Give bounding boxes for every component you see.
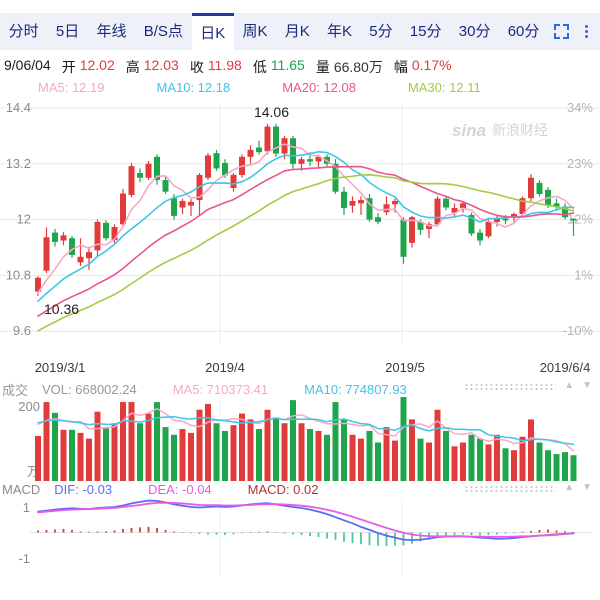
info-field-低: 低11.65: [253, 57, 305, 77]
tab-minute[interactable]: 分时: [0, 13, 47, 50]
info-value: 12.02: [80, 57, 115, 77]
percent-axis-label: -10%: [563, 323, 594, 338]
tab-60min[interactable]: 60分: [499, 13, 548, 50]
tabbar-icons: [548, 13, 600, 50]
low-price-label: 10.36: [44, 301, 79, 317]
dea-line: [38, 503, 574, 537]
scroll-up-icon[interactable]: ▲: [564, 483, 574, 493]
macd-scroll-handle: ▲ ▼: [464, 483, 592, 493]
ma-legend-item-2: MA10: 12.18: [157, 80, 231, 95]
info-label: 幅: [394, 57, 408, 77]
info-label: 低: [253, 57, 267, 77]
tab-15min[interactable]: 15分: [401, 13, 450, 50]
percent-axis-label: 34%: [567, 100, 593, 115]
high-price-label: 14.06: [254, 104, 289, 120]
volume-chart[interactable]: [0, 397, 600, 481]
date-axis-label: 2019/3/1: [35, 360, 86, 375]
vol-header-item-4: MA10: 774807.93: [304, 382, 407, 397]
info-label: 开: [62, 57, 76, 77]
price-axis-label: 12: [17, 212, 31, 227]
info-field-高: 高12.03: [126, 57, 179, 77]
macd-header-item-3: DEA: -0.04: [148, 482, 212, 497]
tab-30min[interactable]: 30分: [450, 13, 499, 50]
stock-chart-app: 分时5日年线B/S点日K周K月K年K5分15分30分60分 9/06/04 开1…: [0, 0, 600, 600]
info-value: 0.17%: [412, 57, 452, 77]
macd-header-item-4: MACD: 0.02: [248, 482, 319, 497]
scroll-down-icon[interactable]: ▼: [582, 381, 592, 391]
candlestick-chart[interactable]: 14.434%13.223%1212%10.81%9.6-10%sina新浪财经…: [0, 98, 600, 360]
volume-scroll-handle: ▲ ▼: [464, 381, 592, 391]
info-value: 11.65: [271, 57, 305, 77]
ma-legend-row: MA5: 12.19 MA10: 12.18 MA20: 12.08 MA30: 12…: [38, 80, 598, 95]
candles-layer: [35, 124, 577, 296]
drag-dots-icon[interactable]: [464, 383, 556, 390]
info-value: 66.80万: [334, 57, 383, 77]
drag-dots-icon[interactable]: [464, 485, 556, 492]
tab-daily-k[interactable]: 日K: [192, 13, 234, 61]
info-date: 9/06/04: [4, 57, 51, 77]
macd-chart[interactable]: [0, 498, 600, 595]
ma-legend-item-1: MA5: 12.19: [38, 80, 105, 95]
percent-axis-label: 23%: [567, 156, 593, 171]
vol-header-item-3: MA5: 710373.41: [173, 382, 268, 397]
date-axis-label: 2019/6/4: [540, 360, 591, 375]
info-field-开: 开12.02: [62, 57, 115, 77]
kebab-menu-icon[interactable]: [583, 23, 590, 40]
tab-year-line[interactable]: 年线: [88, 13, 135, 50]
fullscreen-icon[interactable]: [554, 24, 569, 39]
ma-legend-item-3: MA20: 12.08: [282, 80, 356, 95]
vol-header-item-2: VOL: 668002.24: [42, 382, 137, 397]
tab-monthly-k[interactable]: 月K: [276, 13, 318, 50]
svg-text:新浪财经: 新浪财经: [492, 122, 548, 138]
info-label: 高: [126, 57, 140, 77]
info-field-幅: 幅0.17%: [394, 57, 452, 77]
svg-text:sina: sina: [452, 121, 486, 140]
tab-bs-point[interactable]: B/S点: [135, 13, 191, 50]
macd-header: MACD DIF: -0.03 DEA: -0.04 MACD: 0.02: [2, 482, 318, 497]
price-axis-label: 14.4: [6, 100, 31, 115]
tab-5min[interactable]: 5分: [361, 13, 402, 50]
tab-yearly-k[interactable]: 年K: [318, 13, 360, 50]
macd-header-item-2: DIF: -0.03: [54, 482, 112, 497]
annotations: 14.06 10.36: [44, 104, 289, 317]
info-label: 量: [316, 57, 330, 77]
ma-legend-item-4: MA30: 12.11: [408, 80, 481, 95]
macd-header-item-1: MACD: [2, 482, 40, 497]
scroll-up-icon[interactable]: ▲: [564, 381, 574, 391]
ohlc-info-row: 9/06/04 开12.02高12.03收11.98低11.65量66.80万幅…: [4, 57, 596, 77]
tab-5day[interactable]: 5日: [47, 13, 88, 50]
date-axis-label: 2019/5: [385, 360, 425, 375]
scroll-down-icon[interactable]: ▼: [582, 483, 592, 493]
date-axis-label: 2019/4: [205, 360, 245, 375]
date-axis: 2019/3/1 2019/4 2019/5 2019/6/4: [0, 360, 600, 376]
vol-ma5-line: [38, 409, 574, 451]
info-value: 12.03: [144, 57, 179, 77]
price-axis-label: 13.2: [6, 156, 31, 171]
percent-axis-label: 1%: [574, 267, 593, 282]
price-axis-label: 10.8: [6, 267, 31, 282]
info-field-量: 量66.80万: [316, 57, 383, 77]
ma30-line: [38, 175, 574, 331]
sina-watermark: sina 新浪财经: [452, 121, 548, 140]
ma10-line: [38, 152, 574, 301]
tab-weekly-k[interactable]: 周K: [234, 13, 276, 50]
price-axis-label: 9.6: [13, 323, 31, 338]
chart-period-tabbar: 分时5日年线B/S点日K周K月K年K5分15分30分60分: [0, 13, 600, 50]
